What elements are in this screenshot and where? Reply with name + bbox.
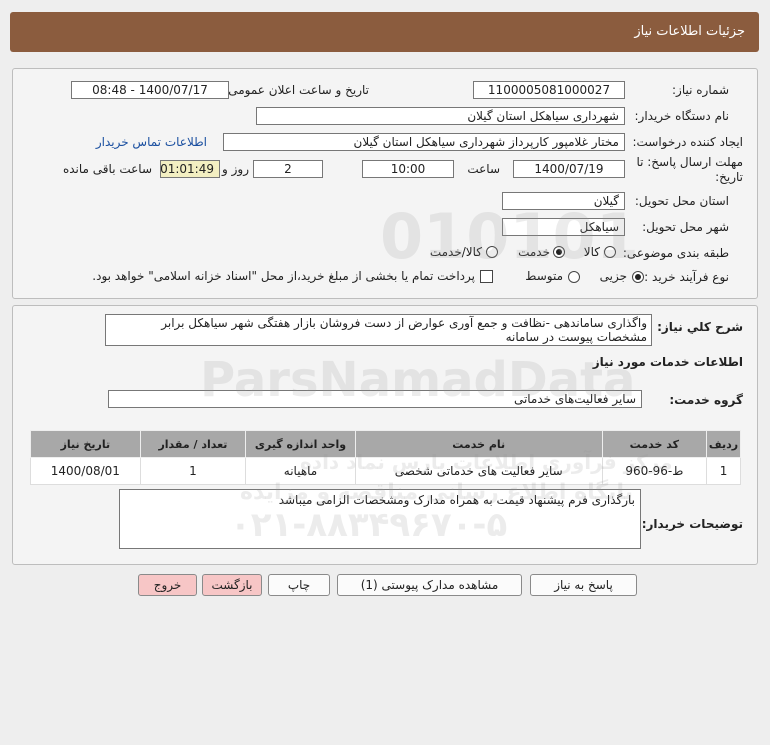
exit-button[interactable]: خروج xyxy=(138,574,197,596)
buyer-contact-link[interactable]: اطلاعات تماس خریدار xyxy=(96,135,207,149)
table-header-row: ردیف کد خدمت نام خدمت واحد اندازه گیری ت… xyxy=(30,430,741,458)
need-number-field: 1100005081000027 xyxy=(473,81,625,99)
col-need-date: تاریخ نیاز xyxy=(30,430,141,458)
need-number-label: شماره نیاز: xyxy=(672,83,729,97)
attachments-button[interactable]: مشاهده مدارک پیوستی (1) xyxy=(337,574,522,596)
process-minor-radio[interactable] xyxy=(632,271,644,283)
col-service-code: کد خدمت xyxy=(601,430,708,458)
need-details-panel: شماره نیاز: 1100005081000027 تاریخ و ساع… xyxy=(12,68,758,299)
category-goods-label: کالا xyxy=(583,245,600,259)
province-field: گیلان xyxy=(502,192,625,210)
cell-service-code: ط-96-960 xyxy=(601,457,708,485)
deadline-time-label: ساعت xyxy=(467,162,500,176)
announce-label: تاریخ و ساعت اعلان عمومی: xyxy=(224,83,369,97)
buyer-org-field: شهرداری سیاهکل استان گیلان xyxy=(256,107,625,125)
process-medium-radio[interactable] xyxy=(568,271,580,283)
deadline-date-field: 1400/07/19 xyxy=(513,160,625,178)
cell-need-date: 1400/08/01 xyxy=(30,457,141,485)
col-service-name: نام خدمت xyxy=(354,430,603,458)
category-service-label: خدمت xyxy=(518,245,550,259)
province-label: استان محل تحویل: xyxy=(634,194,729,208)
treasury-payment-checkbox[interactable] xyxy=(480,270,493,283)
category-goods-radio[interactable] xyxy=(604,246,616,258)
back-button[interactable]: بازگشت xyxy=(202,574,262,596)
announce-field: 1400/07/17 - 08:48 xyxy=(71,81,229,99)
category-service-radio[interactable] xyxy=(553,246,565,258)
city-label: شهر محل تحویل: xyxy=(642,220,729,234)
cell-unit: ماهیانه xyxy=(245,457,356,485)
remaining-label: ساعت باقی مانده xyxy=(62,162,152,176)
deadline-label-2: تاریخ: xyxy=(715,170,743,184)
page-header: جزئیات اطلاعات نیاز xyxy=(10,12,759,52)
city-field: سیاهکل xyxy=(502,218,625,236)
reply-button[interactable]: پاسخ به نیاز xyxy=(530,574,637,596)
col-row-number: ردیف xyxy=(706,430,741,458)
days-field: 2 xyxy=(253,160,323,178)
col-unit: واحد اندازه گیری xyxy=(245,430,356,458)
remaining-time-field: 01:01:49 xyxy=(160,160,220,178)
col-quantity: تعداد / مقدار xyxy=(139,430,247,458)
process-label: نوع فرآیند خرید : xyxy=(644,270,729,284)
cell-quantity: 1 xyxy=(139,457,247,485)
creator-field: مختار غلامپور کارپرداز شهرداری سیاهکل اس… xyxy=(223,133,625,151)
category-label: طبقه بندی موضوعی: xyxy=(622,246,729,260)
treasury-payment-note: پرداخت تمام یا بخشی از مبلغ خرید،از محل … xyxy=(92,269,475,283)
creator-label: ایجاد کننده درخواست: xyxy=(632,135,743,149)
category-goods-service-radio[interactable] xyxy=(486,246,498,258)
days-label: روز و xyxy=(222,162,249,176)
services-info-title: اطلاعات خدمات مورد نیاز xyxy=(592,355,743,369)
description-text: واگذاری ساماندهی -نظافت و جمع آوری عوارض… xyxy=(105,314,652,346)
process-minor-label: جزیی xyxy=(599,269,627,283)
category-goods-service-label: کالا/خدمت xyxy=(429,245,482,259)
cell-service-name: سایر فعالیت های خدماتی شخصی xyxy=(354,457,603,485)
service-group-label: گروه خدمت: xyxy=(669,393,743,407)
deadline-label: مهلت ارسال پاسخ: تا xyxy=(636,155,743,169)
buyer-org-label: نام دستگاه خریدار: xyxy=(634,109,730,123)
description-label: شرح کلي نياز: xyxy=(657,320,743,334)
cell-row-number: 1 xyxy=(706,457,741,485)
print-button[interactable]: چاپ xyxy=(268,574,330,596)
process-medium-label: متوسط xyxy=(525,269,563,283)
page-title: جزئیات اطلاعات نیاز xyxy=(634,24,745,39)
services-table: ردیف کد خدمت نام خدمت واحد اندازه گیری ت… xyxy=(30,430,741,485)
buyer-notes-text: بارگذاری فرم پیشنهاد قیمت به همراه مدارک… xyxy=(119,489,641,549)
table-row: 1 ط-96-960 سایر فعالیت های خدماتی شخصی م… xyxy=(30,457,741,485)
buyer-notes-label: توضیحات خریدار: xyxy=(641,517,743,531)
deadline-time-field: 10:00 xyxy=(362,160,454,178)
service-group-field: سایر فعالیت‌های خدماتی xyxy=(108,390,642,408)
